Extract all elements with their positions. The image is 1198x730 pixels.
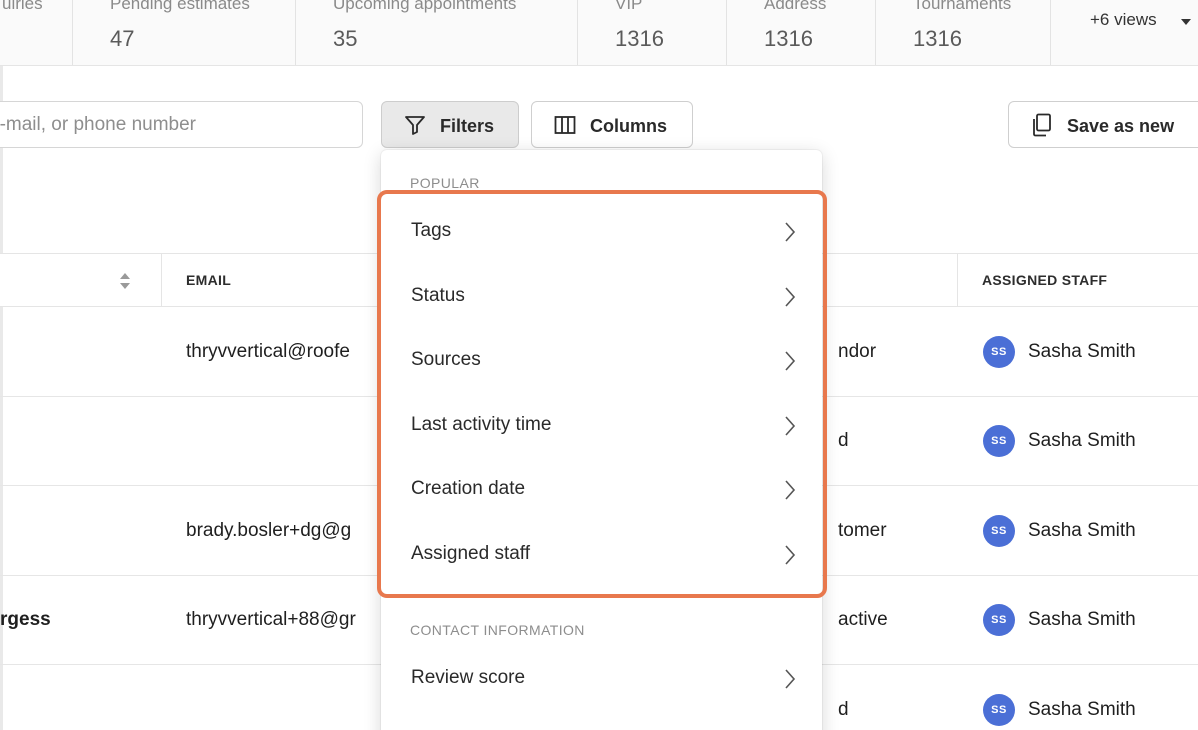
filters-button[interactable]: Filters [381, 101, 519, 148]
contact-status: active [838, 609, 888, 630]
avatar: SS [983, 604, 1015, 636]
filter-option-tags[interactable]: Tags [381, 200, 822, 264]
filter-option-label: Assigned staff [411, 543, 531, 564]
contact-status: d [838, 699, 849, 720]
stat-value: 47 [110, 26, 135, 51]
stat-value: 1316 [913, 26, 962, 51]
stats-bar: uiries Pending estimates 47 Upcoming app… [0, 0, 1198, 66]
chevron-right-icon [785, 287, 796, 307]
search-box[interactable] [0, 101, 363, 148]
copy-icon [1033, 113, 1051, 137]
contact-name: rgess [0, 609, 51, 630]
contact-email: thryvvertical@roofe [186, 341, 350, 362]
columns-button[interactable]: Columns [531, 101, 693, 148]
filter-option-label: Status [411, 285, 465, 306]
section-label-popular: POPULAR [410, 175, 480, 191]
assigned-staff-name: Sasha Smith [1028, 609, 1136, 630]
views-label: +6 views [1090, 10, 1157, 29]
contact-status: tomer [838, 520, 887, 541]
stat-address[interactable]: Address 1316 [727, 0, 876, 65]
stat-value: 1316 [764, 26, 813, 51]
stat-vip[interactable]: VIP 1316 [578, 0, 727, 65]
filter-option-label: Creation date [411, 478, 526, 499]
assigned-staff-name: Sasha Smith [1028, 699, 1136, 720]
chevron-right-icon [785, 669, 796, 689]
search-input[interactable] [0, 102, 362, 147]
chevron-right-icon [785, 351, 796, 371]
filter-option-review-score[interactable]: Review score [381, 647, 822, 711]
assigned-staff-name: Sasha Smith [1028, 520, 1136, 541]
assigned-staff-name: Sasha Smith [1028, 430, 1136, 451]
chevron-right-icon [785, 545, 796, 565]
column-header-email[interactable]: EMAIL [186, 272, 231, 288]
more-views-dropdown[interactable]: +6 views [1090, 10, 1191, 30]
assigned-staff-name: Sasha Smith [1028, 341, 1136, 362]
filters-label: Filters [440, 116, 495, 136]
filter-option-creation-date[interactable]: Creation date [381, 458, 822, 522]
stat-label: VIP [615, 0, 643, 13]
stat-value: 35 [333, 26, 358, 51]
stat-label: Upcoming appointments [333, 0, 517, 13]
save-as-new-button[interactable]: Save as new [1008, 101, 1198, 148]
filter-option-label: Review score [411, 667, 526, 688]
stat-tournaments[interactable]: Tournaments 1316 [876, 0, 1051, 65]
column-divider [957, 254, 958, 307]
sort-icon[interactable] [120, 273, 130, 291]
filter-option-assigned-staff[interactable]: Assigned staff [381, 523, 822, 587]
save-as-new-label: Save as new [1067, 116, 1175, 136]
stat-inquiries[interactable]: uiries [0, 0, 73, 65]
stat-upcoming-appointments[interactable]: Upcoming appointments 35 [296, 0, 578, 65]
filter-option-label: Tags [411, 220, 452, 241]
filter-option-label: Sources [411, 349, 481, 370]
contact-email: brady.bosler+dg@g [186, 520, 352, 541]
avatar: SS [983, 425, 1015, 457]
avatar: SS [983, 515, 1015, 547]
contact-email: thryvvertical+88@gr [186, 609, 356, 630]
chevron-right-icon [785, 480, 796, 500]
contact-status: ndor [838, 341, 877, 362]
filter-option-last-activity-time[interactable]: Last activity time [381, 394, 822, 458]
chevron-right-icon [785, 416, 796, 436]
chevron-right-icon [785, 222, 796, 242]
stat-value: 1316 [615, 26, 664, 51]
column-divider [161, 254, 162, 307]
avatar: SS [983, 694, 1015, 726]
stat-label: Pending estimates [110, 0, 250, 13]
stat-label: uiries [2, 0, 43, 13]
columns-icon [554, 116, 576, 134]
filter-option-sources[interactable]: Sources [381, 329, 822, 393]
filter-option-status[interactable]: Status [381, 265, 822, 329]
section-label-contact-information: CONTACT INFORMATION [410, 622, 585, 638]
avatar: SS [983, 336, 1015, 368]
stat-pending-estimates[interactable]: Pending estimates 47 [73, 0, 296, 65]
stat-label: Tournaments [913, 0, 1012, 13]
filter-option-label: Last activity time [411, 414, 552, 435]
filters-dropdown-menu: POPULAR Tags Status Sources Last activit… [381, 150, 822, 730]
column-header-assigned-staff[interactable]: ASSIGNED STAFF [982, 272, 1107, 288]
contact-status: d [838, 430, 849, 451]
chevron-down-icon [1181, 19, 1191, 25]
filter-icon [405, 116, 425, 135]
stat-label: Address [764, 0, 827, 13]
columns-label: Columns [590, 116, 668, 136]
